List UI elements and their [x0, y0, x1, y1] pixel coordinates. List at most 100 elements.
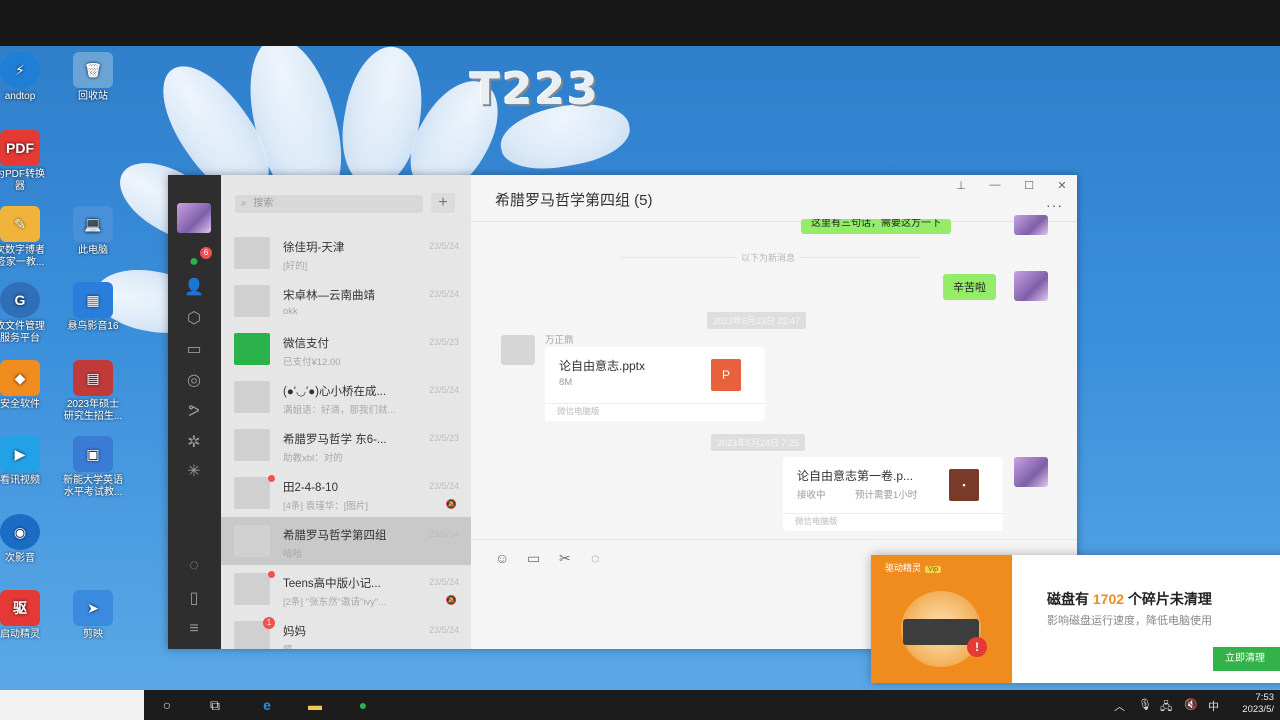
title-divider	[471, 221, 1077, 222]
folder-icon[interactable]: ▭	[527, 550, 540, 567]
ime-indicator[interactable]: 中	[1208, 698, 1219, 714]
desktop-icon-player[interactable]: ◉ 次影音	[0, 514, 55, 565]
film-reel-icon: ◉	[0, 514, 40, 550]
capcut-icon: ➤	[73, 590, 113, 626]
vip-badge: Vip	[925, 566, 942, 573]
desktop-icon-digital-expo[interactable]: ✎ 次数字博者 签家一教...	[0, 206, 55, 269]
clean-now-button[interactable]: 立即清理	[1213, 647, 1280, 671]
desktop-icon-recycle-bin[interactable]: 🗑 回收站	[58, 52, 128, 103]
microphone-icon[interactable]: 🎙	[1138, 698, 1152, 711]
channels-icon[interactable]: ᕗ	[183, 401, 205, 423]
list-item[interactable]: 1 妈妈 嗯 23/5/24	[221, 613, 471, 649]
conversation-name: 宋卓林—云南曲靖	[283, 290, 375, 302]
self-avatar[interactable]	[1014, 215, 1048, 235]
desktop-icon-driver-genius[interactable]: 驱 启动精灵	[0, 590, 55, 641]
favorites-icon[interactable]: ⬡	[183, 308, 205, 330]
scissors-icon[interactable]: ✂	[559, 550, 571, 567]
taskbar-search-area[interactable]	[0, 690, 144, 720]
desktop-icon-media-player[interactable]: ▦ 悬鸟影音16	[58, 282, 128, 333]
desktop-icon-english-test[interactable]: ▣ 新能大学英语 水平考试教...	[58, 436, 128, 499]
pdf-icon: PDF	[0, 130, 40, 166]
close-button[interactable]: ✕	[1052, 179, 1072, 192]
desktop-icon-admission-doc[interactable]: ▤ 2023年硕士 研究生招生...	[58, 360, 128, 423]
wechat-icon[interactable]: ●	[352, 695, 374, 715]
contacts-icon[interactable]: 👤	[183, 277, 205, 299]
desktop-icon-andtop[interactable]: ⚡ andtop	[0, 52, 55, 103]
mini-program-icon[interactable]: ✳	[183, 461, 205, 483]
desktop-icon-this-pc[interactable]: 💻 此电脑	[58, 206, 128, 257]
wechat-nav-bar: ● 6 👤 ⬡ ▭ ◎ ᕗ ✲ ✳ ◌ ▯ ≡	[168, 175, 221, 649]
emoji-icon[interactable]: ☺	[495, 550, 509, 566]
lightning-icon: ⚡	[0, 52, 40, 88]
pin-icon[interactable]: ⊥	[951, 179, 971, 192]
desktop-icon-file-manager[interactable]: G 收文件管理 服务平台	[0, 282, 55, 345]
desktop-icon-label: 回收站	[78, 91, 108, 102]
search-network-icon[interactable]: ✲	[183, 432, 205, 454]
list-item[interactable]: 微信支付 已支付¥12.00 23/5/23	[221, 325, 471, 373]
conversation-name: 田2-4-8-10	[283, 482, 338, 494]
search-input[interactable]: ⌕ 搜索	[235, 195, 423, 213]
chevron-up-icon[interactable]: ︿	[1114, 698, 1125, 714]
desktop-icon-video[interactable]: ▶ 看讯视频	[0, 436, 55, 487]
list-item[interactable]: 希腊罗马哲学第四组 哈哈 23/5/24	[221, 517, 471, 565]
desktop-icon-label: 为PDF转换 器	[0, 169, 45, 192]
contact-avatar	[234, 525, 270, 557]
mute-bell-icon: 🔕	[445, 499, 457, 509]
list-item[interactable]: (●'◡'●)心小桥在成... 满姐语：好滴，那我们就... 23/5/24	[221, 373, 471, 421]
file-name: 论自由意志第一卷.p...	[797, 469, 914, 483]
monitor-icon: ▣	[73, 436, 113, 472]
list-item[interactable]: 希腊罗马哲学 东6-... 助教xbl：对的 23/5/23	[221, 421, 471, 469]
list-item[interactable]: 田2-4-8-10 [4条] 袁瑾华：[图片] 23/5/24 🔕	[221, 469, 471, 517]
network-icon[interactable]: 🖧	[1160, 698, 1172, 717]
desktop-icon-security[interactable]: ◆ 安全软件	[0, 360, 55, 411]
desktop-icon-label: 悬鸟影音16	[67, 321, 119, 332]
list-item[interactable]: 徐佳玥-天津 [好的] 23/5/24	[221, 229, 471, 277]
desktop-icon-label: 收文件管理 服务平台	[0, 321, 45, 344]
message-bubble[interactable]: 这里有三句话，需要这方一下	[801, 219, 951, 234]
message-bubble[interactable]: 辛苦啦	[943, 274, 996, 300]
task-view-icon[interactable]: ⧉	[204, 695, 226, 715]
file-message-card[interactable]: 论自由意志.pptx 8M P 微信电脑版	[545, 347, 765, 421]
desktop-icon-pdf-converter[interactable]: PDF 为PDF转换 器	[0, 130, 55, 193]
self-avatar[interactable]	[1014, 457, 1048, 487]
contact-avatar	[234, 573, 270, 605]
contact-avatar	[234, 477, 270, 509]
desktop-icon-label: 剪映	[83, 629, 103, 640]
desktop-icon-label: andtop	[4, 91, 36, 102]
g-logo-icon: G	[0, 282, 40, 318]
cortana-icon[interactable]: ○	[156, 695, 178, 715]
popup-banner: 驱动精灵 Vip !	[871, 555, 1012, 683]
desktop-icon-capcut[interactable]: ➤ 剪映	[58, 590, 128, 641]
moments-icon[interactable]: ◎	[183, 370, 205, 392]
list-item[interactable]: 宋卓林—云南曲靖 okk 23/5/24	[221, 277, 471, 325]
self-avatar[interactable]	[1014, 271, 1048, 301]
minimize-button[interactable]: —	[985, 179, 1005, 191]
more-options-icon[interactable]: ···	[1046, 197, 1063, 213]
disk-cleanup-popup: 驱动精灵 Vip ! 磁盘有 1702 个碎片未清理 影响磁盘运行速度，降低电脑使…	[871, 555, 1280, 683]
file-message-card[interactable]: 论自由意志第一卷.p... 接收中 预计需要1小时 ▪ 微信电脑版	[783, 457, 1003, 531]
maximize-button[interactable]: ☐	[1019, 179, 1039, 192]
sender-avatar[interactable]	[501, 335, 535, 365]
list-item[interactable]: Teens高中版小记... [2条] "张东然"邀请"ivy"... 23/5/…	[221, 565, 471, 613]
user-avatar[interactable]	[177, 203, 211, 233]
clock[interactable]: 7:53 2023/5/	[1242, 692, 1274, 716]
contact-avatar	[234, 237, 270, 269]
file-source: 微信电脑版	[795, 516, 838, 526]
conversation-preview: [4条] 袁瑾华：[图片]	[283, 501, 368, 512]
conversation-preview: 助教xbl：对的	[283, 453, 343, 464]
edge-icon[interactable]: e	[256, 695, 278, 715]
conversation-name: (●'◡'●)心小桥在成...	[283, 386, 387, 398]
unread-dot	[268, 475, 275, 482]
phone-icon[interactable]: ◌	[183, 555, 205, 577]
volume-muted-icon[interactable]: 🔇	[1184, 698, 1198, 711]
menu-icon[interactable]: ≡	[183, 618, 205, 640]
conversation-preview: [好的]	[283, 261, 308, 272]
add-chat-button[interactable]: +	[431, 193, 455, 213]
chat-bubble-icon[interactable]: ◌	[591, 550, 599, 566]
desktop-icon-label: 2023年硕士 研究生招生...	[63, 399, 123, 422]
mobile-icon[interactable]: ▯	[183, 588, 205, 610]
popup-title: 磁盘有 1702 个碎片未清理	[1047, 589, 1212, 609]
file-explorer-icon[interactable]: ▬	[304, 695, 326, 715]
folder-icon[interactable]: ▭	[183, 339, 205, 361]
file-size: 8M	[559, 377, 573, 388]
